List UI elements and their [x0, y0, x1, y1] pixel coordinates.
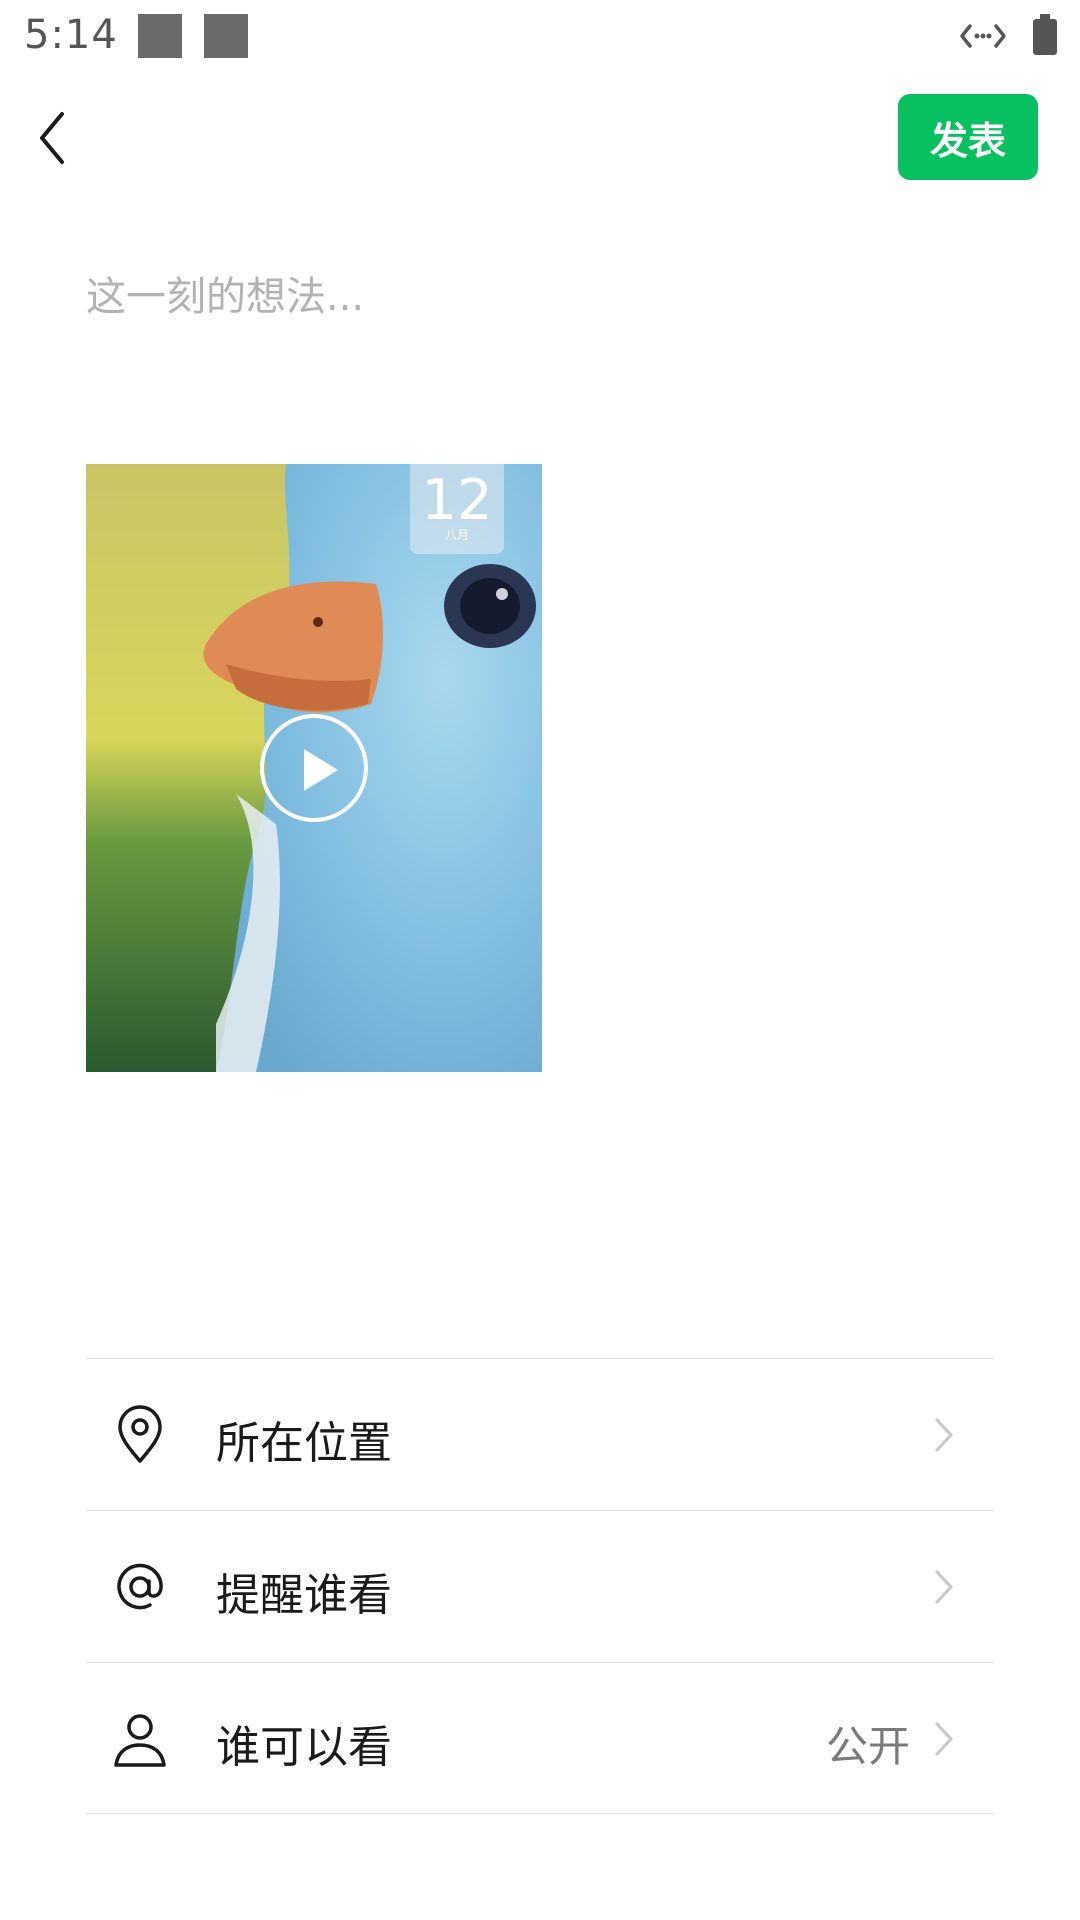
chevron-right-icon	[935, 1418, 953, 1452]
option-value: 公开	[825, 1722, 910, 1771]
at-sign-icon	[117, 1563, 163, 1610]
moments-compose-screen: 5:14 发表 这一刻的想法... 12 八月 所在位置 提醒谁看 谁可以看 公…	[0, 0, 1080, 1920]
notification-icon	[204, 14, 248, 58]
chevron-right-icon	[935, 1570, 953, 1604]
notification-icon	[138, 14, 182, 58]
option-label: 所在位置	[216, 1418, 392, 1469]
back-button[interactable]	[24, 98, 84, 178]
video-thumbnail[interactable]: 12 八月	[86, 464, 542, 1072]
option-mention[interactable]: 提醒谁看	[86, 1510, 994, 1662]
data-transfer-icon	[960, 24, 1006, 48]
post-options-list: 所在位置 提醒谁看 谁可以看 公开	[86, 1358, 994, 1814]
publish-button[interactable]: 发表	[898, 94, 1038, 180]
calendar-month: 八月	[445, 528, 469, 542]
post-text-input[interactable]	[86, 262, 986, 332]
battery-icon	[1033, 14, 1057, 55]
status-bar: 5:14	[0, 0, 1080, 72]
chevron-right-icon	[935, 1722, 953, 1756]
play-icon[interactable]	[260, 714, 368, 822]
location-pin-icon	[118, 1405, 162, 1463]
chevron-left-icon	[40, 112, 64, 164]
calendar-day: 12	[421, 468, 492, 533]
person-icon	[114, 1714, 166, 1767]
option-label: 谁可以看	[216, 1722, 392, 1773]
status-time: 5:14	[24, 12, 118, 58]
option-visibility[interactable]: 谁可以看 公开	[86, 1662, 994, 1814]
option-location[interactable]: 所在位置	[86, 1358, 994, 1510]
option-label: 提醒谁看	[216, 1570, 392, 1621]
